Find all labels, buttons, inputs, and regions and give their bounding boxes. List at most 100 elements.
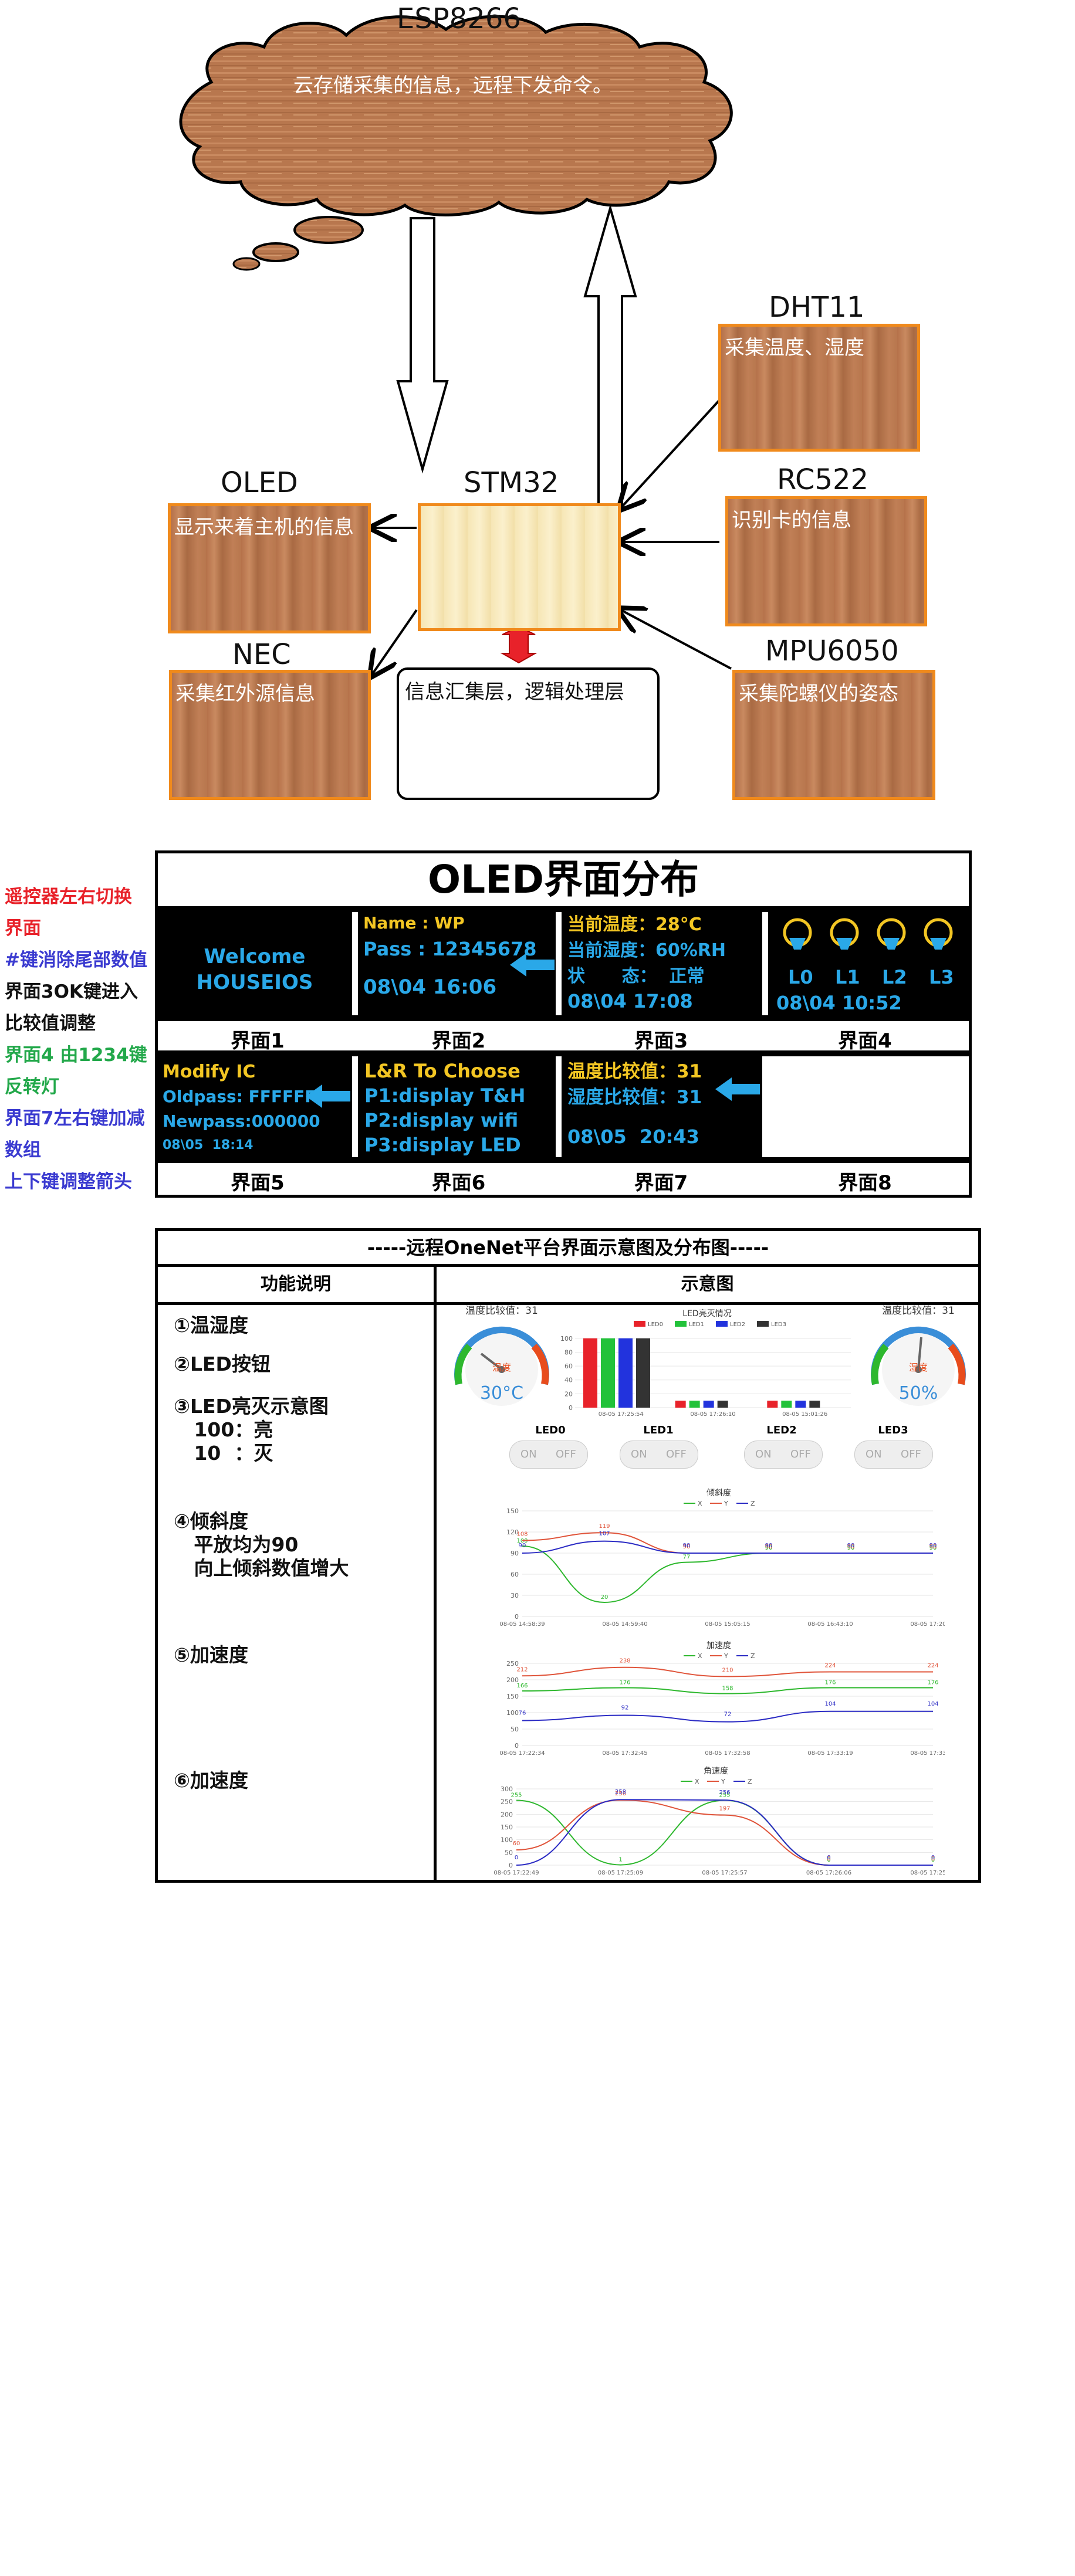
screen-3-temp: 当前温度：28°C [567, 914, 702, 935]
function-accel-2: ⑥加速度 [174, 1769, 248, 1792]
side-note: 界面4 由1234键 [5, 1045, 147, 1066]
screen-divider [352, 1056, 358, 1157]
chart-title: 加速度 [706, 1641, 731, 1650]
y-tick: 40 [564, 1377, 573, 1384]
dht11-box: 采集温度、湿度 [718, 324, 920, 452]
led-switch-label: LED2 [766, 1424, 797, 1436]
screen-1: Welcome HOUSEIOS [158, 944, 351, 995]
down-arrow [396, 217, 449, 474]
arrow-left-icon [306, 1084, 350, 1108]
screen-divider [556, 1056, 562, 1157]
x-tick: 08-05 17:33:19 [807, 1750, 853, 1757]
data-label: 224 [824, 1663, 836, 1669]
lamp-label: L2 [882, 966, 907, 988]
data-label: 166 [516, 1683, 528, 1689]
onenet-title: -----远程OneNet平台界面示意图及分布图----- [158, 1231, 978, 1267]
screen-5-title: Modify IC [163, 1062, 256, 1082]
data-label: 258 [615, 1789, 626, 1795]
bar [636, 1338, 650, 1408]
function-tilt: ④倾斜度 平放均为90 向上倾斜数值增大 [174, 1510, 349, 1580]
y-tick: 20 [564, 1390, 573, 1398]
x-tick: 08-05 15:01:26 [782, 1411, 827, 1418]
x-tick: 08-05 17:25:57 [702, 1870, 747, 1876]
y-tick: 150 [506, 1693, 519, 1700]
legend-swatch [634, 1321, 645, 1327]
screen-7: 温度比较值：31 湿度比较值：31 08\05 20:43 [567, 1059, 761, 1163]
x-tick: 08-05 17:25:09 [598, 1870, 643, 1876]
data-label: 255 [511, 1792, 522, 1799]
screen-divider [762, 912, 768, 1015]
bar [717, 1401, 728, 1408]
data-label: 60 [513, 1841, 520, 1847]
y-tick: 100 [506, 1709, 519, 1717]
x-tick: 08-05 17:25:35 [910, 1870, 945, 1876]
series-line [522, 1540, 933, 1554]
screen-3-date: 08\04 17:08 [567, 990, 693, 1012]
nec-text: 采集红外源信息 [175, 682, 315, 706]
angular-line-chart: 角速度X Y Z05010015020025030025512550 06025619… [493, 1767, 945, 1876]
bar [809, 1401, 820, 1408]
data-label: 176 [927, 1679, 938, 1686]
nec-label: NEC [232, 638, 291, 671]
data-label: 238 [619, 1658, 630, 1665]
switch-on: ON [866, 1448, 882, 1460]
x-tick: 08-05 17:20:32 [910, 1621, 945, 1628]
screen-4: L0 L1 L2 L3 08\04 10:52 [774, 912, 968, 1014]
data-label: 210 [722, 1667, 733, 1673]
data-label: 0 [515, 1855, 518, 1861]
data-label: 104 [927, 1701, 938, 1707]
caption: 界面6 [431, 1171, 486, 1195]
gauge-left-value: 30°C [479, 1383, 524, 1404]
stm32-box [418, 503, 621, 631]
screen-5-date: 08\05 18:14 [163, 1138, 253, 1153]
oled-table-title: OLED界面分布 [158, 853, 969, 909]
data-label: 224 [927, 1663, 938, 1669]
side-note: 数组 [5, 1140, 41, 1161]
side-note: 界面7左右键加减 [5, 1108, 145, 1129]
x-tick: 08-05 17:33:08 [910, 1750, 945, 1757]
screen-8-empty [768, 1056, 969, 1157]
data-label: 176 [824, 1679, 836, 1686]
screen-3-status: 状 态： 正常 [567, 966, 705, 987]
screen-7-date: 08\05 20:43 [567, 1126, 699, 1148]
y-tick: 80 [564, 1348, 573, 1356]
bar [767, 1401, 778, 1408]
x-tick: 08-05 17:26:06 [806, 1870, 851, 1876]
switch-off: OFF [901, 1448, 921, 1460]
led2-switch[interactable]: ON OFF [744, 1440, 823, 1469]
led-switch-label: LED0 [535, 1424, 566, 1436]
data-label: 212 [516, 1666, 528, 1673]
led0-switch[interactable]: ON OFF [509, 1440, 588, 1469]
screen-3-hum: 当前湿度：60%RH [567, 940, 726, 961]
caption: 界面8 [838, 1171, 892, 1195]
data-label: 0 [827, 1855, 830, 1861]
screen-4-date: 08\04 10:52 [776, 992, 902, 1014]
rc522-text: 识别卡的信息 [732, 509, 851, 532]
led1-switch[interactable]: ON OFF [620, 1440, 698, 1469]
y-tick: 50 [505, 1849, 513, 1856]
y-tick: 100 [501, 1836, 513, 1844]
chart-title: 角速度 [704, 1767, 728, 1776]
caption: 界面4 [838, 1029, 892, 1053]
led3-switch[interactable]: ON OFF [854, 1440, 933, 1469]
legend-label: X [698, 1652, 702, 1660]
bar [583, 1338, 597, 1408]
screen-1-line: Welcome [204, 945, 306, 968]
legend-label: Y [721, 1778, 725, 1785]
data-label: 256 [719, 1789, 730, 1796]
y-tick: 60 [511, 1571, 519, 1578]
function-led-button: ②LED按钮 [174, 1353, 271, 1375]
y-tick: 250 [501, 1798, 513, 1806]
dht11-text: 采集温度、湿度 [725, 336, 864, 360]
side-note: 遥控器左右切换 [5, 886, 132, 907]
data-label: 1 [618, 1857, 622, 1863]
legend-label: X [698, 1500, 702, 1507]
side-note: 界面 [5, 918, 41, 939]
x-tick: 08-05 17:32:45 [602, 1750, 647, 1757]
oled-box: 显示来着主机的信息 [168, 503, 371, 633]
gauge-left-center: 温度 [492, 1362, 511, 1373]
caption-row-2: 界面5 界面6 界面7 界面8 [158, 1160, 969, 1195]
caption: 界面2 [431, 1029, 486, 1053]
screen-6-line: P2:display wifi [364, 1109, 519, 1131]
x-tick: 08-05 17:25:54 [599, 1411, 644, 1418]
